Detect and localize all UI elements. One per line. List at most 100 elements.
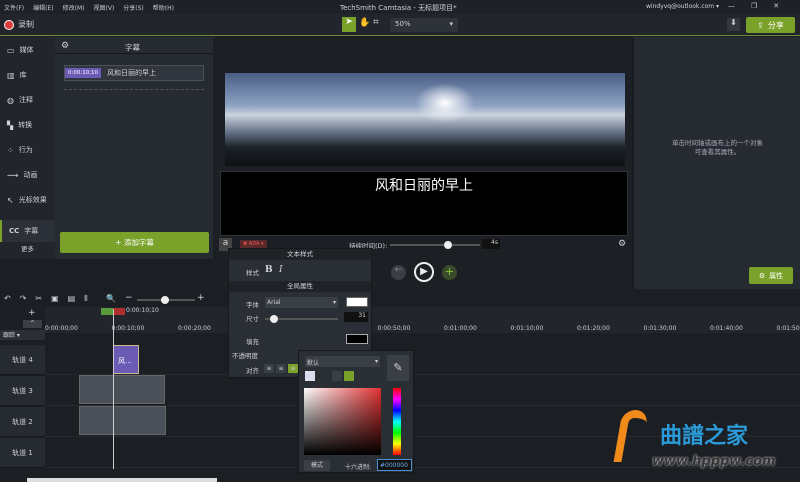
track-header[interactable]: 轨道 3 — [0, 376, 45, 406]
add-caption-button[interactable]: + 添加字幕 — [60, 232, 209, 253]
sidebar-item-label: 动画 — [23, 171, 38, 179]
swatch[interactable] — [305, 371, 315, 381]
cut-icon[interactable]: ✂ — [35, 294, 42, 304]
align-right-icon[interactable]: ≡ — [288, 364, 298, 373]
sidebar-item-label: 库 — [19, 71, 27, 79]
caption-text: 风和日丽的早上 — [107, 69, 157, 77]
minimize-icon[interactable]: — — [728, 2, 735, 10]
sidebar-item[interactable]: ◍ 注释 — [0, 89, 55, 111]
sidebar-item-label: 转换 — [18, 121, 33, 129]
select-tool-icon[interactable]: ➤ — [342, 17, 356, 32]
menu-item[interactable]: 修改(M) — [63, 3, 85, 12]
zoom-out-icon[interactable]: − — [125, 293, 133, 303]
sidebar-item[interactable]: ↖ 光标效果 — [0, 189, 55, 211]
menu-item[interactable]: 文件(F) — [4, 3, 24, 12]
properties-button[interactable]: ⚙ 属性 — [749, 267, 793, 284]
gear-icon[interactable]: ⚙ — [618, 239, 626, 249]
timeline-zoom-slider[interactable] — [137, 296, 195, 304]
menu-item[interactable]: 视图(V) — [93, 3, 114, 12]
duration-slider[interactable] — [390, 241, 480, 249]
add-track-icon[interactable]: + — [28, 308, 36, 318]
share-icon: ⇪ — [757, 20, 764, 30]
sidebar-item[interactable]: ▥ 库 — [0, 64, 55, 86]
transition-icon: ▚ — [7, 120, 14, 130]
time-tick: 0:01:10;00 — [510, 325, 544, 332]
caption-box[interactable]: 风和日丽的早上 — [220, 171, 628, 236]
paste-icon[interactable]: ▤ — [68, 294, 76, 304]
maximize-icon[interactable]: ❐ — [751, 2, 757, 10]
window-title: TechSmith Camtasia - 无标题项目* — [340, 4, 457, 12]
eyedropper-icon[interactable]: ✎ — [387, 355, 409, 381]
sidebar-item[interactable]: ▭ 媒体 — [0, 39, 55, 61]
mode-button[interactable]: 模式 — [304, 460, 330, 471]
track-header[interactable]: 轨道 1 — [0, 438, 45, 468]
italic-button[interactable]: I — [279, 265, 283, 275]
caption-clip[interactable]: 风... — [113, 345, 139, 374]
swatch[interactable] — [344, 371, 354, 381]
sidebar-item[interactable]: ▚ 转换 — [0, 114, 55, 136]
saturation-field[interactable] — [304, 388, 381, 455]
caption-item[interactable]: 0:00:10;10 风和日丽的早上 — [64, 65, 204, 81]
zoom-select[interactable]: 50% ▾ — [390, 18, 458, 32]
menu-item[interactable]: 编辑(E) — [33, 3, 53, 12]
sidebar-item[interactable]: CC 字幕 — [0, 220, 55, 242]
play-icon[interactable]: ▶ — [414, 262, 434, 282]
font-select[interactable]: Arial ▾ — [265, 297, 338, 308]
copy-icon[interactable]: ▣ — [51, 294, 59, 304]
track-header[interactable]: 轨道 2 — [0, 407, 45, 437]
size-slider[interactable] — [265, 315, 338, 323]
animation-icon: ⟿ — [7, 170, 19, 180]
preset-select[interactable]: 默认 ▾ — [305, 356, 380, 367]
time-tick: 0:01:20;00 — [577, 325, 610, 332]
swatch[interactable] — [332, 371, 342, 381]
crop-tool-icon[interactable]: ⌗ — [373, 17, 379, 28]
color-picker: 默认 ▾ ✎ 模式 十六进制: #000000 — [298, 350, 414, 473]
track-lane[interactable] — [45, 345, 800, 375]
share-button[interactable]: ⇪ 分享 — [746, 17, 795, 33]
properties-panel: 单击时间轴或画布上的一个对象 可查看其属性。 ⚙ 属性 — [633, 37, 800, 289]
previous-icon[interactable]: ← — [391, 265, 406, 280]
account-menu[interactable]: windyvq@outlook.com ▾ — [646, 3, 719, 10]
add-icon[interactable]: + — [442, 265, 457, 280]
track-header[interactable]: 轨道 4 — [0, 345, 45, 375]
menu-item[interactable]: 帮助(H) — [153, 3, 174, 12]
time-tick: 0:01:30;00 — [643, 325, 677, 332]
record-button[interactable]: 录制 — [4, 19, 34, 30]
sidebar-item[interactable]: ⁘ 行为 — [0, 139, 55, 161]
close-icon[interactable]: ✕ — [773, 2, 779, 10]
menu-item[interactable]: 分享(S) — [123, 3, 144, 12]
toolbar: 录制 ➤ ✋ ⌗ 50% ▾ ⬇ ⇪ 分享 — [0, 14, 800, 36]
menu-bar: 文件(F) 编辑(E) 修改(M) 视图(V) 分享(S) 帮助(H) TechSmith… — [0, 0, 800, 14]
time-tick: 0:01:40;00 — [710, 325, 743, 332]
bold-button[interactable]: B — [265, 265, 273, 275]
font-color-picker[interactable] — [346, 297, 368, 307]
captions-panel: ⚙ 字幕 0:00:10;10 风和日丽的早上 + 添加字幕 — [55, 37, 213, 259]
gear-icon[interactable]: ⚙ — [61, 41, 69, 51]
zoom-in-icon[interactable]: + — [197, 293, 205, 303]
more-button[interactable]: 更多 — [0, 243, 55, 253]
caption-time: 0:00:10;10 — [65, 68, 102, 78]
playhead[interactable] — [113, 309, 114, 469]
undo-icon[interactable]: ↶ — [4, 294, 11, 304]
ada-button[interactable]: ✖ ADA ▾ — [240, 240, 267, 248]
collapse-icon[interactable]: ^ — [23, 320, 42, 328]
behavior-icon: ⁘ — [7, 145, 14, 155]
sidebar-item[interactable]: ⟿ 动画 — [0, 164, 55, 186]
hand-tool-icon[interactable]: ✋ — [359, 18, 370, 28]
download-icon[interactable]: ⬇ — [727, 18, 740, 31]
horizontal-scrollbar[interactable] — [27, 478, 217, 482]
hue-slider[interactable] — [393, 388, 401, 455]
hex-input[interactable]: #000000 — [377, 459, 412, 471]
video-clip[interactable] — [79, 406, 166, 435]
align-center-icon[interactable]: ≡ — [276, 364, 286, 373]
video-frame[interactable] — [225, 73, 625, 166]
split-icon[interactable]: ⫴ — [84, 294, 87, 304]
video-clip[interactable] — [79, 375, 165, 404]
align-left-icon[interactable]: ≡ — [264, 364, 274, 373]
playhead-time: 0:00:10;10 — [126, 307, 159, 314]
tracks-menu[interactable]: 跟踪 ▾ — [0, 330, 45, 340]
fill-color-picker[interactable] — [346, 334, 368, 344]
duration-input[interactable]: 4s — [482, 239, 500, 249]
size-input[interactable]: 31 — [344, 312, 368, 322]
redo-icon[interactable]: ↷ — [20, 294, 27, 304]
